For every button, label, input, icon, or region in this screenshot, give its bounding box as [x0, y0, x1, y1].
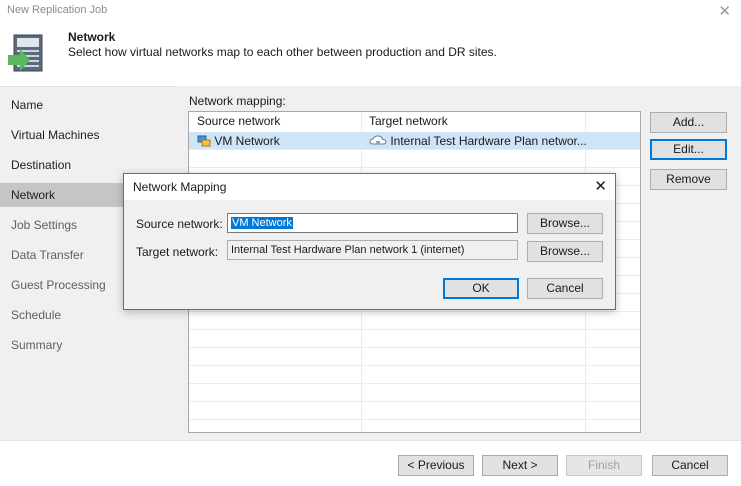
source-network-field[interactable]: VM Network — [227, 213, 518, 233]
column-header-source[interactable]: Source network — [189, 112, 361, 130]
target-network-cell: Internal Test Hardware Plan networ... — [361, 132, 587, 150]
table-row[interactable]: VM Network Internal Test Hardware Plan n… — [189, 132, 640, 150]
cancel-button[interactable]: Cancel — [652, 455, 728, 476]
browse-target-button[interactable]: Browse... — [527, 241, 603, 262]
footer-divider — [0, 440, 741, 441]
source-network-value: VM Network — [231, 217, 293, 229]
column-header-target[interactable]: Target network — [361, 112, 585, 130]
network-wizard-icon — [8, 34, 43, 72]
table-row — [189, 348, 640, 366]
network-mapping-dialog: Network Mapping ✕ Source network: VM Net… — [123, 173, 616, 310]
target-network-name: Internal Test Hardware Plan networ... — [390, 134, 587, 148]
cloud-network-icon — [369, 135, 387, 145]
edit-button[interactable]: Edit... — [650, 139, 727, 160]
source-network-label: Source network: — [136, 217, 223, 231]
dialog-titlebar: Network Mapping ✕ — [124, 174, 615, 200]
step-summary[interactable]: Summary — [0, 333, 175, 357]
window-title: New Replication Job — [7, 4, 108, 16]
target-network-value: Internal Test Hardware Plan network 1 (i… — [231, 244, 465, 256]
add-button[interactable]: Add... — [650, 112, 727, 133]
browse-source-button[interactable]: Browse... — [527, 213, 603, 234]
dialog-close-icon[interactable]: ✕ — [594, 177, 607, 195]
next-button[interactable]: Next > — [482, 455, 558, 476]
source-network-name: VM Network — [214, 134, 280, 148]
step-virtual-machines[interactable]: Virtual Machines — [0, 123, 175, 147]
table-row — [189, 312, 640, 330]
finish-button[interactable]: Finish — [566, 455, 642, 476]
table-row — [189, 330, 640, 348]
ok-button[interactable]: OK — [443, 278, 519, 299]
target-network-label: Target network: — [136, 245, 219, 259]
dialog-cancel-button[interactable]: Cancel — [527, 278, 603, 299]
source-network-cell: VM Network — [189, 132, 361, 150]
page-subtitle: Select how virtual networks map to each … — [68, 45, 497, 59]
window-close-icon[interactable]: ✕ — [718, 2, 731, 20]
table-row — [189, 366, 640, 384]
network-mapping-label: Network mapping: — [189, 94, 286, 108]
previous-button[interactable]: < Previous — [398, 455, 474, 476]
dialog-title: Network Mapping — [133, 180, 227, 194]
remove-button[interactable]: Remove — [650, 169, 727, 190]
target-network-field[interactable]: Internal Test Hardware Plan network 1 (i… — [227, 240, 518, 260]
table-row — [189, 402, 640, 420]
table-row — [189, 384, 640, 402]
network-icon — [197, 135, 211, 147]
table-row — [189, 150, 640, 168]
page-title: Network — [68, 30, 116, 44]
step-name[interactable]: Name — [0, 93, 175, 117]
